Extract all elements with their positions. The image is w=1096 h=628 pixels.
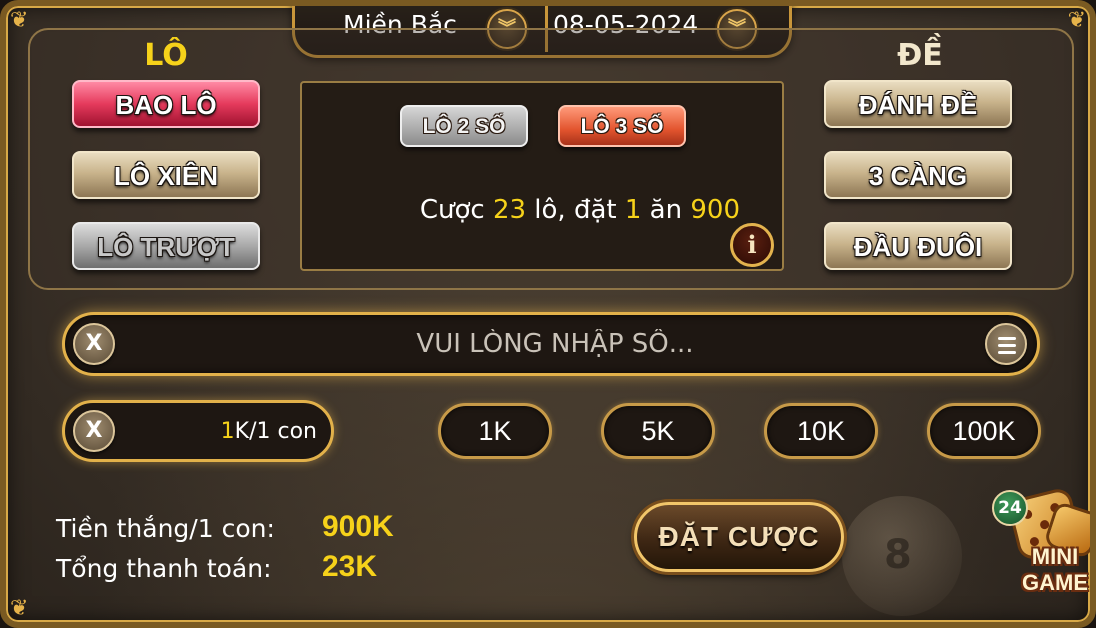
chip-1k-button[interactable]: 1K <box>438 403 552 459</box>
corner-ornament-icon: ❦ <box>10 8 29 33</box>
stake-field[interactable]: X 1K/1 con <box>62 400 334 462</box>
mini-game-label-1: MINI <box>1031 544 1079 569</box>
lo-xien-button[interactable]: LÔ XIÊN <box>72 151 260 199</box>
total-label: Tổng thanh toán: <box>56 554 272 583</box>
bet-text: ăn <box>649 195 683 225</box>
stake-value: 1K/1 con <box>221 419 317 444</box>
3-cang-button[interactable]: 3 CÀNG <box>824 151 1012 199</box>
bet-count: 23 <box>492 195 527 225</box>
bet-description: Cược 23 lô, đặt 1 ăn 900 <box>302 195 740 225</box>
mini-game-button[interactable]: 24 MINI GAME <box>992 489 1090 600</box>
chip-10k-button[interactable]: 10K <box>764 403 878 459</box>
bet-info-box: LÔ 2 SỐ LÔ 3 SỐ Cược 23 lô, đặt 1 ăn 900… <box>300 81 784 271</box>
stake-unit: K/1 con <box>234 419 317 444</box>
de-title: ĐỀ <box>897 38 943 73</box>
clear-input-icon[interactable]: X <box>73 323 115 365</box>
number-input[interactable] <box>125 321 985 367</box>
total-value: 23K <box>322 550 378 583</box>
chip-5k-button[interactable]: 5K <box>601 403 715 459</box>
lo-title: LÔ <box>144 38 188 73</box>
number-input-container: X <box>62 312 1040 376</box>
place-bet-button[interactable]: ĐẶT CƯỢC <box>634 502 844 572</box>
win-label: Tiền thắng/1 con: <box>56 514 275 543</box>
ball-number: 8 <box>884 532 912 578</box>
lo-2-so-button[interactable]: LÔ 2 SỐ <box>400 105 528 147</box>
info-icon[interactable]: i <box>730 223 774 267</box>
danh-de-button[interactable]: ĐÁNH ĐỀ <box>824 80 1012 128</box>
bet-text: lô, đặt <box>534 195 617 225</box>
number-list-icon[interactable] <box>985 323 1027 365</box>
bet-prefix: Cược <box>419 195 485 225</box>
win-value: 900K <box>322 510 394 543</box>
bet-stake: 1 <box>624 195 642 225</box>
stake-amount: 1 <box>220 419 235 444</box>
lo-3-so-button[interactable]: LÔ 3 SỐ <box>558 105 686 147</box>
dau-duoi-button[interactable]: ĐẦU ĐUÔI <box>824 222 1012 270</box>
corner-ornament-icon: ❦ <box>1067 8 1086 33</box>
lottery-bet-panel: ❦ ❦ ❦ Miền Bắc ︾ 08-05-2024 ︾ LÔ ĐỀ BAO … <box>0 0 1096 628</box>
bao-lo-button[interactable]: BAO LÔ <box>72 80 260 128</box>
lo-truot-button[interactable]: LÔ TRƯỢT <box>72 222 260 270</box>
bet-payout: 900 <box>690 195 740 225</box>
mini-game-label-2: GAME <box>1022 570 1088 595</box>
mini-game-badge: 24 <box>992 490 1028 526</box>
clear-stake-icon[interactable]: X <box>73 410 115 452</box>
decorative-ball-icon: 8 <box>842 496 962 616</box>
chip-100k-button[interactable]: 100K <box>927 403 1041 459</box>
corner-ornament-icon: ❦ <box>10 596 29 621</box>
